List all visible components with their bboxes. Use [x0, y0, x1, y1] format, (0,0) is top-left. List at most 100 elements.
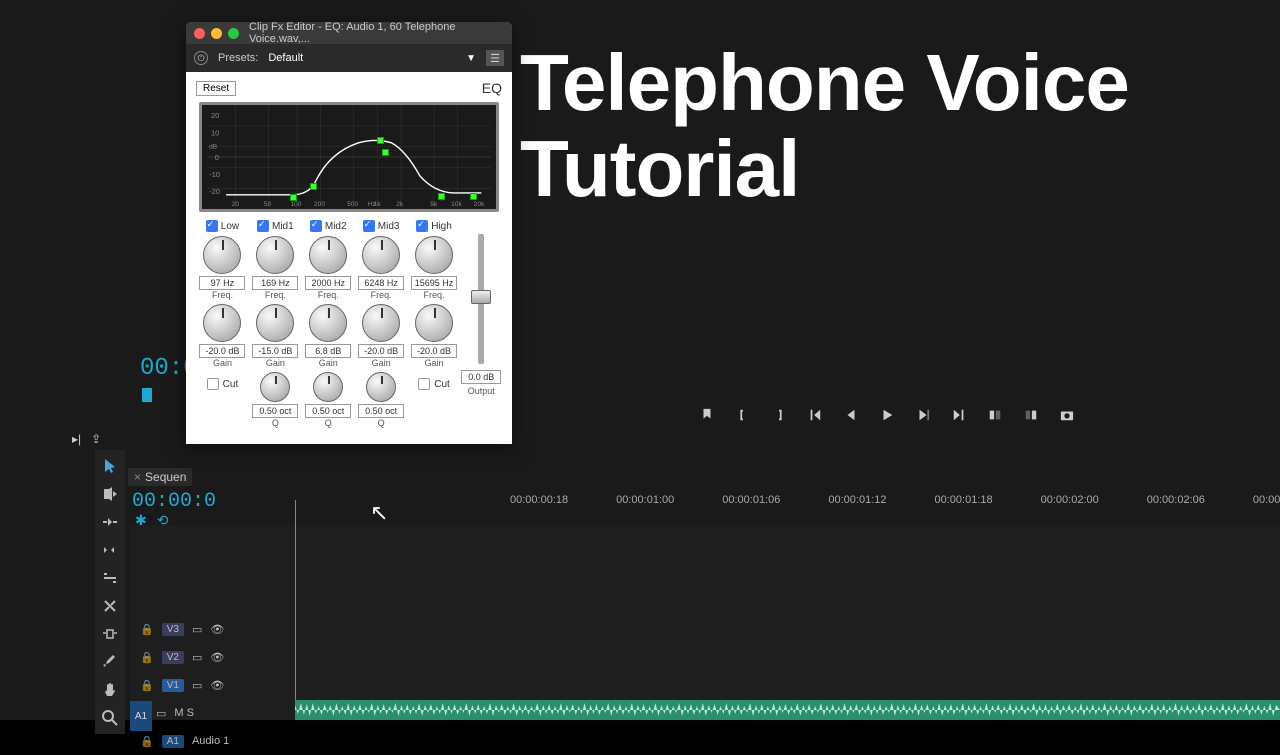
minimize-icon[interactable]: [211, 28, 222, 39]
eq-node-mid2b[interactable]: [382, 149, 389, 156]
play-icon[interactable]: [880, 408, 894, 422]
toggle-output-icon[interactable]: ▭: [192, 651, 202, 664]
track-select-fwd-tool[interactable]: [99, 484, 121, 504]
mid2-gain-knob[interactable]: [309, 304, 347, 342]
rolling-tool[interactable]: [99, 540, 121, 560]
eq-node-high[interactable]: [470, 193, 477, 200]
marker-icon[interactable]: [700, 408, 714, 422]
output-column: 0.0 dB Output: [460, 220, 502, 432]
preset-bar: ⏻ Presets: Default ▼ ☰: [186, 44, 512, 72]
mid3-freq-knob[interactable]: [362, 236, 400, 274]
mid1-q-knob[interactable]: [260, 372, 290, 402]
low-cut-checkbox[interactable]: [207, 378, 219, 390]
eq-graph[interactable]: 20 10 0 -10 -20 dB 2050100 2005001k 2k5k…: [199, 102, 499, 212]
mid2-freq-knob[interactable]: [309, 236, 347, 274]
lock-icon[interactable]: 🔒: [140, 651, 154, 664]
low-gain-knob[interactable]: [203, 304, 241, 342]
lock-icon[interactable]: 🔒: [140, 623, 154, 636]
high-freq-value[interactable]: 15695 Hz: [411, 276, 457, 290]
high-gain-knob[interactable]: [415, 304, 453, 342]
step-back-icon[interactable]: [844, 408, 858, 422]
mid3-q-value[interactable]: 0.50 oct: [358, 404, 404, 418]
power-icon[interactable]: ⏻: [194, 51, 208, 65]
mid3-gain-knob[interactable]: [362, 304, 400, 342]
mid1-enable-checkbox[interactable]: [257, 220, 269, 232]
hand-tool[interactable]: [99, 680, 121, 700]
lift-icon[interactable]: [988, 408, 1002, 422]
low-freq-value[interactable]: 97 Hz: [199, 276, 245, 290]
svg-text:10: 10: [211, 128, 219, 137]
window-titlebar[interactable]: Clip Fx Editor - EQ: Audio 1, 60 Telepho…: [186, 22, 512, 44]
time-ruler[interactable]: 00:00:00:18 00:00:01:00 00:00:01:06 00:0…: [510, 490, 1280, 514]
mid2-freq-value[interactable]: 2000 Hz: [305, 276, 351, 290]
mid2-q-value[interactable]: 0.50 oct: [305, 404, 351, 418]
mid2-q-knob[interactable]: [313, 372, 343, 402]
preset-menu-icon[interactable]: ☰: [486, 50, 504, 66]
mid2-enable-checkbox[interactable]: [310, 220, 322, 232]
mid1-gain-knob[interactable]: [256, 304, 294, 342]
output-value[interactable]: 0.0 dB: [461, 370, 501, 384]
toggle-output-icon[interactable]: ▭: [192, 623, 202, 636]
high-freq-knob[interactable]: [415, 236, 453, 274]
eq-node-mid2[interactable]: [377, 137, 384, 144]
export-icon[interactable]: ⇪: [91, 432, 101, 446]
lock-icon[interactable]: 🔒: [140, 735, 154, 748]
eye-icon[interactable]: 👁: [210, 679, 224, 692]
mid3-gain-value[interactable]: -20.0 dB: [358, 344, 404, 358]
low-gain-value[interactable]: -20.0 dB: [199, 344, 245, 358]
track-a1[interactable]: 🔒A1Audio 1: [130, 727, 360, 755]
playhead[interactable]: [295, 500, 296, 720]
rate-stretch-tool[interactable]: [99, 568, 121, 588]
output-slider[interactable]: [478, 234, 484, 364]
mid1-freq-value[interactable]: 169 Hz: [252, 276, 298, 290]
zoom-icon[interactable]: [228, 28, 239, 39]
toggle-output-icon[interactable]: ▭: [192, 679, 202, 692]
toggle-output-icon[interactable]: ▭: [156, 707, 166, 720]
mid1-q-value[interactable]: 0.50 oct: [252, 404, 298, 418]
in-point-marker[interactable]: [142, 388, 152, 402]
slip-tool[interactable]: [99, 624, 121, 644]
mid1-freq-knob[interactable]: [256, 236, 294, 274]
mid1-gain-value[interactable]: -15.0 dB: [252, 344, 298, 358]
step-fwd-icon[interactable]: [916, 408, 930, 422]
high-gain-value[interactable]: -20.0 dB: [411, 344, 457, 358]
lock-icon[interactable]: 🔒: [140, 679, 154, 692]
svg-text:0: 0: [215, 153, 219, 162]
sequence-tab[interactable]: ×Sequen: [128, 468, 192, 486]
chevron-down-icon[interactable]: ▼: [466, 53, 476, 64]
low-freq-knob[interactable]: [203, 236, 241, 274]
high-cut-checkbox[interactable]: [418, 378, 430, 390]
selection-tool[interactable]: [99, 456, 121, 476]
slider-thumb[interactable]: [471, 290, 491, 304]
eye-icon[interactable]: 👁: [210, 623, 224, 636]
close-icon[interactable]: [194, 28, 205, 39]
mid2-gain-value[interactable]: 6.8 dB: [305, 344, 351, 358]
reset-button[interactable]: Reset: [196, 81, 236, 96]
extract-icon[interactable]: [1024, 408, 1038, 422]
track-v3[interactable]: 🔒V3▭👁: [130, 615, 360, 643]
razor-tool[interactable]: [99, 596, 121, 616]
eq-node-mid3[interactable]: [438, 193, 445, 200]
track-v2[interactable]: 🔒V2▭👁: [130, 643, 360, 671]
eq-node-low[interactable]: [290, 194, 297, 201]
step-back-icon[interactable]: ▸|: [72, 432, 81, 446]
mid3-freq-value[interactable]: 6248 Hz: [358, 276, 404, 290]
out-bracket-icon[interactable]: [772, 408, 786, 422]
mid3-q-knob[interactable]: [366, 372, 396, 402]
eq-node-mid1[interactable]: [310, 183, 317, 190]
low-enable-checkbox[interactable]: [206, 220, 218, 232]
audio-clip[interactable]: [295, 700, 1280, 720]
goto-in-icon[interactable]: [808, 408, 822, 422]
camera-icon[interactable]: [1060, 408, 1074, 422]
zoom-tool[interactable]: [99, 708, 121, 728]
preset-dropdown[interactable]: Default: [268, 52, 456, 64]
a1-source[interactable]: A1: [130, 701, 152, 731]
in-bracket-icon[interactable]: [736, 408, 750, 422]
eye-icon[interactable]: 👁: [210, 651, 224, 664]
ripple-tool[interactable]: [99, 512, 121, 532]
goto-out-icon[interactable]: [952, 408, 966, 422]
high-enable-checkbox[interactable]: [416, 220, 428, 232]
track-v1[interactable]: 🔒V1▭👁: [130, 671, 360, 699]
pen-tool[interactable]: [99, 652, 121, 672]
mid3-enable-checkbox[interactable]: [363, 220, 375, 232]
